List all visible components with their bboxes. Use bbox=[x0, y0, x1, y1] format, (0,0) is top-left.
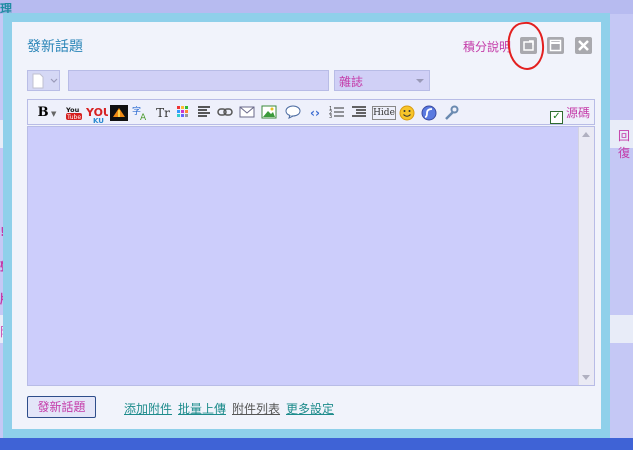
source-mode-label: 源碼 bbox=[565, 106, 590, 120]
youtube-button[interactable]: You Tube bbox=[65, 105, 83, 121]
image-icon bbox=[261, 105, 277, 119]
category-select[interactable]: 雜誌 bbox=[334, 70, 430, 91]
youku-icon: YOUKU bbox=[85, 106, 112, 125]
flash-icon bbox=[421, 105, 437, 121]
link-icon bbox=[217, 108, 233, 116]
svg-text:KU: KU bbox=[93, 117, 104, 123]
hide-button[interactable]: Hide bbox=[372, 106, 396, 120]
subject-input[interactable] bbox=[68, 70, 329, 91]
editor-scrollbar[interactable] bbox=[578, 127, 594, 385]
code-button[interactable]: ‹› bbox=[306, 105, 324, 121]
more-settings-link[interactable]: 更多設定 bbox=[286, 400, 334, 417]
wrench-icon bbox=[445, 105, 459, 120]
maximize-button[interactable] bbox=[547, 37, 564, 54]
list-button[interactable] bbox=[350, 105, 368, 121]
add-attachment-link[interactable]: 添加附件 bbox=[124, 400, 172, 417]
flash-button[interactable] bbox=[420, 105, 438, 121]
attachment-list-link[interactable]: 附件列表 bbox=[232, 400, 280, 417]
red-circle-annotation bbox=[505, 20, 547, 72]
svg-text:Tube: Tube bbox=[66, 114, 81, 121]
code-icon: ‹› bbox=[310, 106, 320, 120]
translate-button[interactable]: 字A bbox=[132, 105, 150, 123]
align-icon bbox=[198, 106, 210, 117]
document-icon bbox=[32, 73, 58, 89]
category-selected-value: 雜誌 bbox=[339, 75, 364, 89]
svg-text:You: You bbox=[65, 106, 80, 114]
background-footer-bar bbox=[0, 438, 633, 450]
smiley-button[interactable] bbox=[398, 105, 416, 121]
dialog-body: 發新話題 積分說明 雜誌 B ▼ You Tube YOU KU 字 A Tr … bbox=[12, 20, 601, 429]
checkbox-checked-icon[interactable]: ✓ bbox=[549, 111, 563, 124]
color-palette-icon bbox=[177, 106, 188, 117]
ordered-list-button[interactable]: 123 bbox=[328, 105, 346, 121]
indent-list-icon bbox=[352, 106, 366, 117]
chevron-down-icon bbox=[416, 79, 424, 83]
youku-button[interactable]: YOU KU bbox=[85, 105, 112, 125]
dialog-title: 發新話題 bbox=[27, 39, 83, 55]
bold-label: B bbox=[37, 105, 49, 120]
youtube-icon: YouTube bbox=[65, 106, 82, 121]
close-icon bbox=[578, 40, 589, 51]
scroll-down-icon[interactable] bbox=[582, 375, 590, 380]
background-text: 回復 bbox=[618, 129, 631, 160]
quote-icon bbox=[285, 105, 301, 119]
svg-text:3: 3 bbox=[329, 114, 332, 119]
email-icon bbox=[239, 106, 255, 118]
smiley-icon bbox=[399, 105, 415, 121]
points-help-link[interactable]: 積分說明 bbox=[463, 38, 511, 55]
maximize-icon bbox=[549, 39, 562, 52]
media-button[interactable] bbox=[110, 105, 128, 121]
link-button[interactable] bbox=[216, 105, 234, 121]
new-topic-dialog: 發新話題 積分說明 雜誌 B ▼ You Tube YOU KU 字 A Tr … bbox=[3, 13, 610, 438]
font-size-button[interactable]: Tr bbox=[154, 105, 172, 121]
document-type-select[interactable] bbox=[27, 70, 60, 91]
translate-icon: 字A bbox=[132, 105, 147, 123]
bold-button[interactable]: B ▼ bbox=[36, 105, 58, 121]
submit-topic-button[interactable]: 發新話題 bbox=[27, 396, 96, 418]
image-button[interactable] bbox=[260, 105, 278, 121]
editor-toolbar: B ▼ You Tube YOU KU 字A Tr ‹› 1 2 3 Hide … bbox=[27, 99, 595, 125]
source-mode-toggle[interactable]: ✓ 源碼 bbox=[549, 104, 590, 124]
flash-media-icon bbox=[110, 105, 128, 121]
quote-button[interactable] bbox=[284, 105, 302, 121]
close-button[interactable] bbox=[575, 37, 592, 54]
svg-text:A: A bbox=[140, 113, 147, 121]
ordered-list-icon: 123 bbox=[329, 106, 344, 120]
chevron-down-icon: ▼ bbox=[48, 109, 57, 118]
align-button[interactable] bbox=[196, 105, 212, 121]
color-button[interactable] bbox=[175, 105, 191, 121]
email-button[interactable] bbox=[238, 105, 256, 121]
hide-icon: Hide bbox=[373, 108, 395, 118]
tools-button[interactable] bbox=[442, 105, 460, 121]
message-editor[interactable] bbox=[27, 126, 595, 386]
font-size-icon: Tr bbox=[156, 106, 170, 120]
batch-upload-link[interactable]: 批量上傳 bbox=[178, 400, 226, 417]
background-header-bar bbox=[0, 0, 633, 14]
scroll-up-icon[interactable] bbox=[582, 132, 590, 137]
